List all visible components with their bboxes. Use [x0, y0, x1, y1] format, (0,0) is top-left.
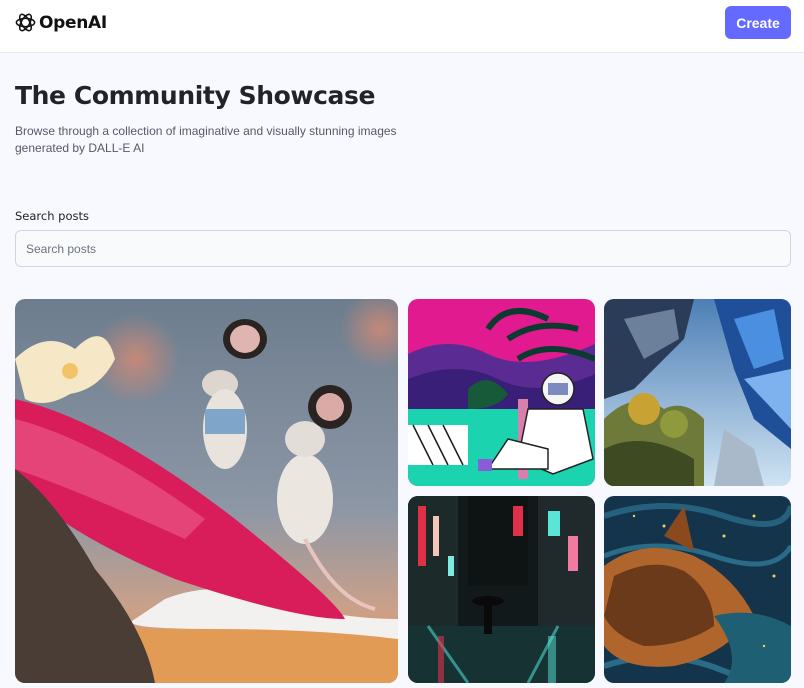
- showcase-card[interactable]: [604, 299, 791, 486]
- post-image: [408, 299, 595, 486]
- page-subtitle: Browse through a collection of imaginati…: [15, 124, 397, 155]
- showcase-card[interactable]: [15, 299, 398, 683]
- search-input[interactable]: [15, 230, 791, 267]
- showcase-card[interactable]: [408, 299, 595, 486]
- post-image: [15, 299, 398, 683]
- logo[interactable]: OpenAI: [14, 11, 107, 34]
- showcase-card[interactable]: [604, 496, 791, 683]
- showcase-card[interactable]: [408, 496, 595, 683]
- top-navbar: OpenAI Create: [0, 0, 804, 53]
- post-image: [604, 299, 791, 486]
- openai-logo-icon: [14, 11, 37, 34]
- create-button[interactable]: Create: [725, 6, 791, 39]
- post-image: [604, 496, 791, 683]
- page-title: The Community Showcase: [15, 81, 376, 110]
- logo-text: OpenAI: [39, 12, 107, 33]
- post-image: [408, 496, 595, 683]
- search-label: Search posts: [15, 209, 89, 223]
